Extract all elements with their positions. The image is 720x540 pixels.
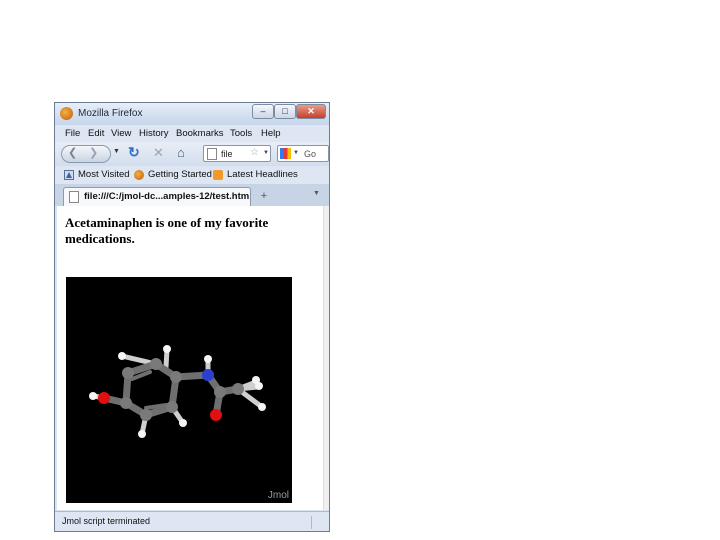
rss-icon (213, 170, 223, 180)
home-icon[interactable]: ⌂ (177, 145, 185, 160)
status-text: Jmol script terminated (62, 516, 151, 526)
resize-grip-icon[interactable] (311, 516, 326, 529)
address-dropdown-icon[interactable]: ▼ (263, 150, 269, 156)
tab-title[interactable]: file:///C:/jmol-dc...amples-12/test.htm (84, 191, 249, 202)
reload-icon[interactable]: ↻ (128, 144, 140, 161)
oxygen-atom (98, 392, 110, 404)
search-input[interactable]: Go (304, 149, 316, 159)
nitrogen-atom (202, 369, 214, 381)
menu-tools[interactable]: Tools (230, 128, 252, 139)
firefox-logo-icon (60, 107, 73, 120)
bookmarks-toolbar: Most Visited Getting Started Latest Head… (55, 166, 329, 184)
address-text[interactable]: file (221, 149, 233, 159)
tab-list-dropdown-icon[interactable]: ▼ (313, 190, 320, 197)
bookmark-getting-started[interactable]: Getting Started (148, 169, 212, 180)
hydrogen-atom (118, 352, 126, 360)
hydrogen-atom (252, 376, 260, 384)
jmol-applet[interactable]: Jmol (66, 277, 292, 503)
bookmark-latest-headlines[interactable]: Latest Headlines (227, 169, 298, 180)
page-content: Acetaminaphen is one of my favorite medi… (57, 206, 323, 510)
maximize-button[interactable]: □ (274, 104, 296, 119)
carbon-atom (214, 386, 226, 398)
carbon-atom (150, 358, 162, 370)
carbon-atom (170, 371, 182, 383)
hydrogen-atom (138, 430, 146, 438)
menu-edit[interactable]: Edit (88, 128, 104, 139)
history-dropdown-icon[interactable]: ▼ (113, 148, 120, 155)
menu-history[interactable]: History (139, 128, 169, 139)
hydrogen-atom (179, 419, 187, 427)
hydrogen-atom (163, 345, 171, 353)
tab-active[interactable]: file:///C:/jmol-dc...amples-12/test.htm (63, 187, 251, 206)
carbon-atom (232, 383, 244, 395)
carbon-atom (166, 401, 178, 413)
back-forward-buttons[interactable]: ❮ ❯ (61, 145, 111, 163)
menu-bar: File Edit View History Bookmarks Tools H… (55, 125, 329, 142)
hydrogen-atom (204, 355, 212, 363)
search-bar[interactable]: ▼ Go (277, 145, 329, 162)
carbon-atom (120, 397, 132, 409)
bookmark-star-icon[interactable]: ☆ (250, 147, 259, 158)
molecule-view[interactable] (66, 277, 292, 503)
jmol-watermark: Jmol (267, 490, 289, 501)
hydrogen-atom (89, 392, 97, 400)
page-icon (207, 148, 217, 160)
back-arrow-icon[interactable]: ❮ (68, 146, 77, 159)
menu-help[interactable]: Help (261, 128, 281, 139)
minimize-button[interactable]: ‒ (252, 104, 274, 119)
search-engine-dropdown-icon[interactable]: ▼ (293, 150, 299, 156)
menu-view[interactable]: View (111, 128, 131, 139)
bookmark-star-icon (64, 170, 74, 180)
menu-file[interactable]: File (65, 128, 80, 139)
google-icon[interactable] (280, 148, 291, 159)
oxygen-atom (210, 409, 222, 421)
browser-window: Mozilla Firefox ‒ □ ✕ File Edit View His… (54, 102, 330, 532)
navigation-toolbar: ❮ ❯ ▼ ↻ ✕ ⌂ file ☆ ▼ ▼ Go (55, 142, 329, 166)
new-tab-button[interactable]: + (255, 189, 273, 204)
carbon-atom (122, 367, 134, 379)
status-bar: Jmol script terminated (55, 511, 329, 531)
title-bar[interactable]: Mozilla Firefox ‒ □ ✕ (55, 103, 329, 125)
window-title: Mozilla Firefox (78, 108, 143, 119)
page-heading: Acetaminaphen is one of my favorite medi… (65, 215, 269, 246)
close-button[interactable]: ✕ (296, 104, 326, 119)
hydrogen-atom (258, 403, 266, 411)
menu-bookmarks[interactable]: Bookmarks (176, 128, 224, 139)
bookmark-most-visited[interactable]: Most Visited (78, 169, 130, 180)
page-icon (69, 191, 79, 203)
firefox-icon (134, 170, 144, 180)
tab-bar: file:///C:/jmol-dc...amples-12/test.htm … (55, 184, 329, 206)
carbon-atom (140, 409, 152, 421)
vertical-scrollbar[interactable] (323, 206, 329, 510)
address-bar[interactable]: file ☆ ▼ (203, 145, 271, 162)
forward-arrow-icon[interactable]: ❯ (89, 146, 98, 159)
stop-icon[interactable]: ✕ (153, 145, 164, 161)
